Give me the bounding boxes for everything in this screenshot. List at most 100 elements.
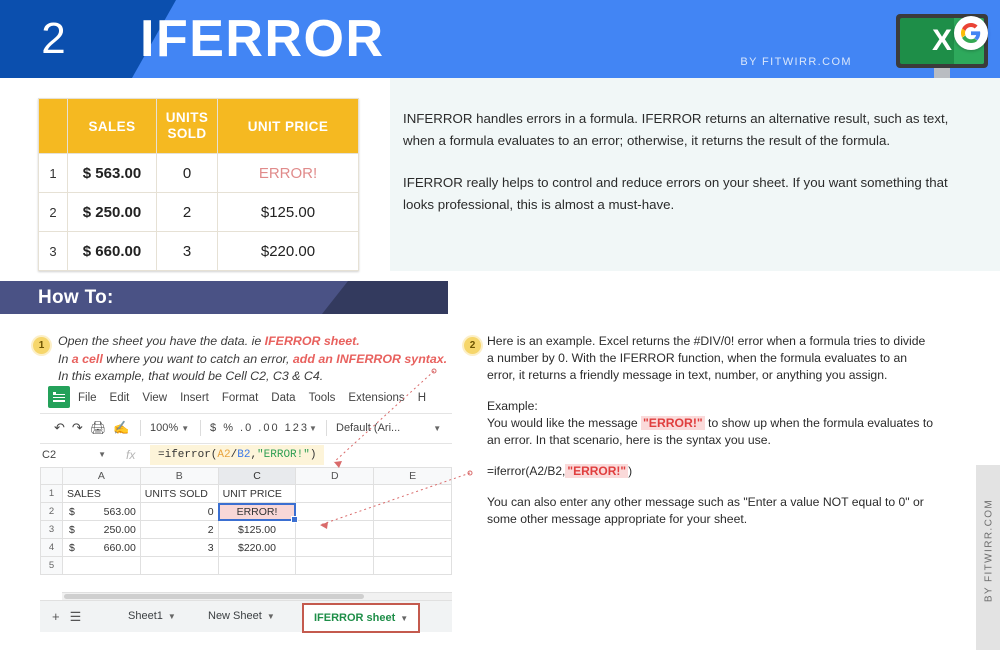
step2-error-highlight: "ERROR!" [641, 416, 705, 430]
grid-cell-b5[interactable] [139, 556, 219, 575]
grid-column-a[interactable]: A [62, 467, 141, 485]
syntax-prefix: =iferror(A2/B2, [487, 464, 566, 478]
menu-item-insert[interactable]: Insert [180, 392, 209, 404]
chevron-down-icon: ▼ [181, 424, 190, 433]
sheet-tab-bar: +☰ Sheet1 ▼ New Sheet ▼ IFERROR sheet ▼ [40, 600, 452, 633]
cell-unit-price: $220.00 [217, 231, 359, 271]
sheet-tab-new-sheet[interactable]: New Sheet ▼ [208, 601, 275, 632]
grid-column-b[interactable]: B [139, 467, 219, 485]
all-sheets-icon[interactable]: ☰ [70, 609, 92, 624]
google-g-icon [954, 16, 988, 50]
percent-format-button[interactable]: % [223, 422, 235, 434]
intro-paragraph-2: IFERROR really helps to control and redu… [403, 175, 948, 212]
menu-item-extensions[interactable]: Extensions [348, 392, 404, 404]
grid-row-header[interactable]: 5 [40, 556, 63, 575]
grid-select-all-corner[interactable] [40, 467, 63, 485]
grid-column-d[interactable]: D [295, 467, 375, 485]
more-formats-button[interactable]: 123 [285, 422, 309, 434]
step1-line1-text: Open the sheet you have the data. ie [58, 334, 265, 348]
decrease-decimal-button[interactable]: .0 [240, 422, 253, 434]
undo-icon[interactable]: ↶ [54, 420, 72, 435]
zoom-value: 100% [150, 422, 179, 434]
cell-units: 2 [156, 192, 218, 232]
paint-format-icon[interactable]: ✍ [113, 420, 136, 435]
number-format-group: $ % .0 .00 123▼ [210, 413, 319, 443]
step-2-instructions: Here is an example. Excel returns the #D… [487, 333, 935, 542]
step1-cell-emphasis: a cell [71, 351, 103, 366]
print-icon[interactable]: 🖨 [90, 420, 114, 435]
grid-cell-e4[interactable] [373, 538, 452, 557]
currency-format-button[interactable]: $ [210, 422, 218, 434]
grid-row: 4 660.00 3 $220.00 [40, 538, 452, 557]
column-header-unit-price: UNIT PRICE [217, 98, 359, 154]
sheet-tab-sheet1[interactable]: Sheet1 ▼ [128, 601, 176, 632]
grid-cell-a3[interactable]: 250.00 [62, 520, 141, 539]
formula-close-paren: ) [309, 449, 317, 461]
increase-decimal-button[interactable]: .00 [258, 422, 279, 434]
step2-example-a: You would like the message [487, 416, 642, 430]
sheet-tab-label: New Sheet [208, 610, 262, 622]
intro-section: SALES UNITS SOLD UNIT PRICE 1 $ 563.00 0… [0, 78, 1000, 271]
cell-units: 0 [156, 153, 218, 193]
intro-description: INFERROR handles errors in a formula. IF… [403, 108, 959, 236]
grid-cell-e3[interactable] [373, 520, 452, 539]
font-selector[interactable]: Default (Ari... ▼ [336, 413, 441, 443]
grid-cell-d1[interactable] [295, 484, 375, 503]
menu-item-file[interactable]: File [78, 392, 97, 404]
syntax-suffix: ) [628, 464, 633, 478]
google-sheets-icon [48, 386, 70, 408]
add-sheet-icon[interactable]: + [52, 609, 70, 624]
grid-cell-b1[interactable]: UNITS SOLD [139, 484, 219, 503]
row-number: 1 [38, 153, 68, 193]
grid-cell-a5[interactable] [62, 556, 141, 575]
grid-cell-a2[interactable]: 563.00 [62, 502, 141, 521]
grid-cell-d4[interactable] [295, 538, 375, 557]
grid-cell-c4[interactable]: $220.00 [217, 538, 297, 557]
grid-cell-c5[interactable] [217, 556, 297, 575]
grid-row-header[interactable]: 1 [40, 484, 63, 503]
step2-paragraph-3: You can also enter any other message suc… [487, 495, 924, 526]
grid-cell-c2-selected[interactable]: ERROR! [217, 502, 299, 524]
menu-item-data[interactable]: Data [271, 392, 295, 404]
menu-item-edit[interactable]: Edit [110, 392, 130, 404]
grid-column-c[interactable]: C [217, 467, 297, 485]
redo-icon[interactable]: ↷ [72, 420, 90, 435]
grid-row-header[interactable]: 3 [40, 520, 63, 539]
header-byline: BY FITWIRR.COM [740, 56, 852, 68]
zoom-selector[interactable]: 100% ▼ [150, 413, 189, 443]
grid-cell-e1[interactable] [373, 484, 452, 503]
grid-row-header[interactable]: 4 [40, 538, 63, 557]
step1-sheet-name: IFERROR sheet. [264, 334, 360, 348]
grid-cell-d5[interactable] [295, 556, 375, 575]
grid-cell-d2[interactable] [295, 502, 375, 521]
grid-cell-b3[interactable]: 2 [139, 520, 219, 539]
step1-line2-c: where you want to catch an error, [102, 351, 293, 366]
grid-cell-a4[interactable]: 660.00 [62, 538, 141, 557]
menu-item-format[interactable]: Format [222, 392, 258, 404]
side-branding-text: BY FITWIRR.COM [983, 498, 995, 603]
grid-row-header[interactable]: 2 [40, 502, 63, 521]
grid-cell-c1[interactable]: UNIT PRICE [217, 484, 297, 503]
formula-ref-b2: B2 [237, 449, 251, 461]
menu-item-view[interactable]: View [142, 392, 167, 404]
fx-icon: fx [126, 448, 136, 462]
grid-cell-e5[interactable] [373, 556, 452, 575]
menu-item-tools[interactable]: Tools [309, 392, 336, 404]
menu-item-help[interactable]: H [418, 392, 426, 404]
grid-cell-d3[interactable] [295, 520, 375, 539]
grid-cell-b4[interactable]: 3 [139, 538, 219, 557]
scrollbar-thumb[interactable] [64, 594, 364, 599]
sheet-tab-iferror-sheet[interactable]: IFERROR sheet ▼ [302, 603, 421, 633]
grid-cell-b2[interactable]: 0 [139, 502, 219, 521]
monitor-neck [934, 68, 950, 78]
intro-paragraph-1: INFERROR handles errors in a formula. IF… [403, 111, 949, 148]
formula-input[interactable]: =iferror(A2/B2,"ERROR!") [150, 445, 325, 465]
table-row: 1 $ 563.00 0 ERROR! [38, 153, 359, 193]
horizontal-scrollbar[interactable] [62, 592, 452, 600]
grid-cell-c3[interactable]: $125.00 [217, 520, 297, 539]
grid-column-e[interactable]: E [373, 467, 452, 485]
name-box[interactable]: C2 ▼ [42, 443, 112, 467]
syntax-error-highlight: "ERROR!" [565, 464, 629, 478]
grid-cell-a1[interactable]: SALES [62, 484, 141, 503]
grid-cell-e2[interactable] [373, 502, 452, 521]
